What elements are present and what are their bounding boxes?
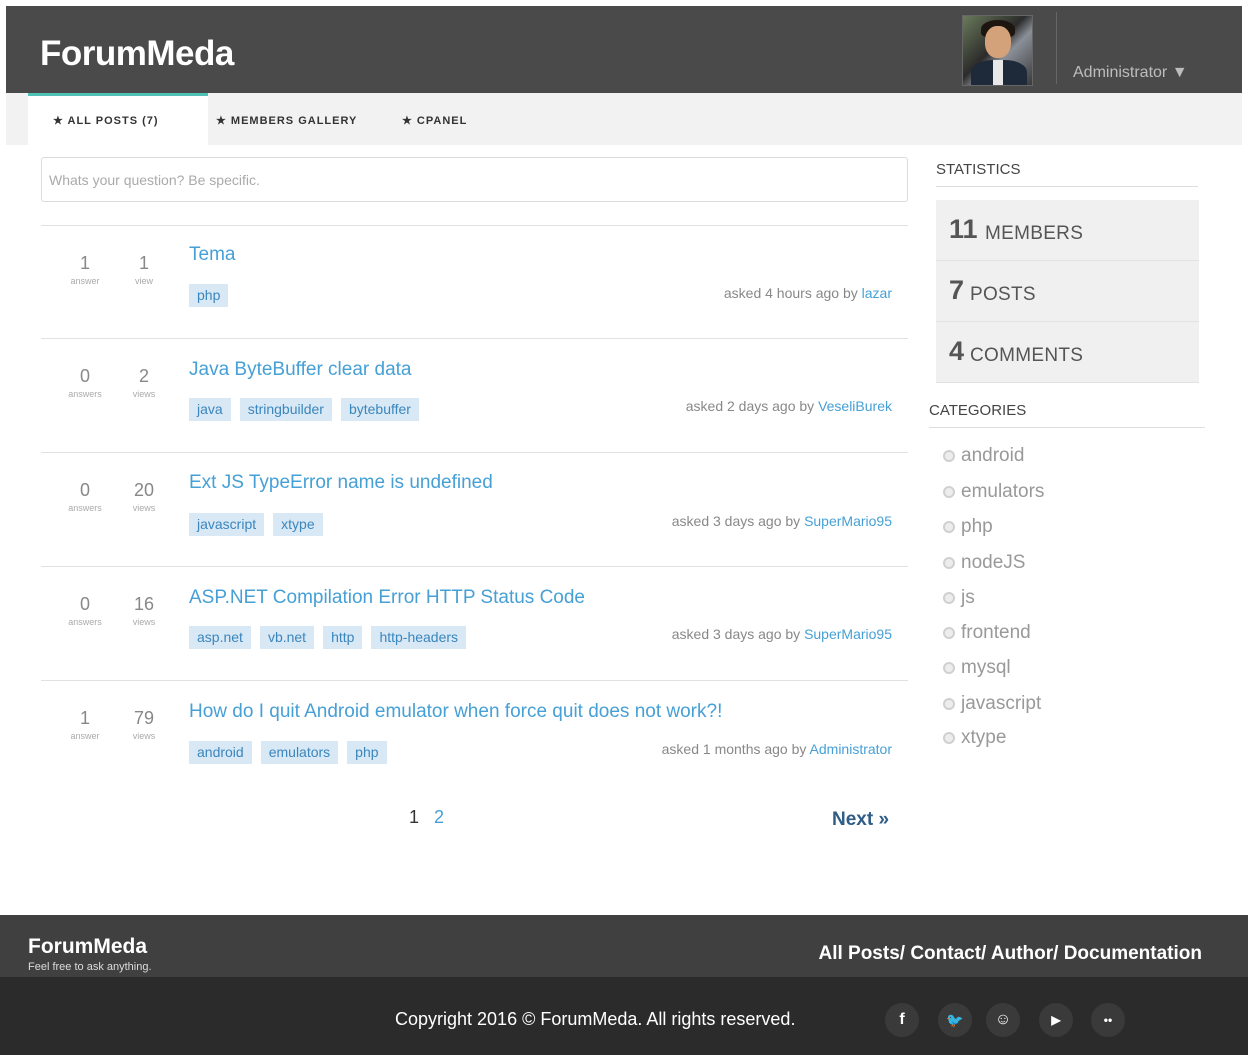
category-link[interactable]: emulators [943,481,1044,503]
post-title-link[interactable]: Java ByteBuffer clear data [189,359,412,381]
view-count: 1 view [134,253,153,286]
site-logo[interactable]: ForumMeda [40,34,234,74]
post-tags: java stringbuilder bytebuffer [189,398,419,421]
stat-comments: 4 Comments [936,322,1199,383]
post-meta: asked 1 months ago by Administrator [661,741,892,757]
post-tags: android emulators php [189,741,387,764]
facebook-icon[interactable]: f [885,1003,919,1037]
author-link[interactable]: SuperMario95 [804,513,892,529]
category-link[interactable]: mysql [943,657,1011,679]
view-count: 2 views [132,366,156,399]
avatar[interactable] [962,15,1033,86]
view-count: 20 views [132,480,156,513]
circle-bullet-icon [943,450,955,462]
tab-all-posts[interactable]: ★ ALL POSTS (7) [28,93,208,145]
post-tags: javascript xtype [189,513,323,536]
post-item: 0 answers 20 views Ext JS TypeError name… [41,452,908,566]
reddit-icon[interactable]: ☺ [986,1003,1020,1037]
circle-bullet-icon [943,521,955,533]
tag[interactable]: javascript [189,513,265,536]
answer-count: 0 answers [68,594,102,627]
footer-links[interactable]: All Posts/ Contact/ Author/ Documentatio… [818,943,1202,965]
footer-tagline: Feel free to ask anything. [28,961,152,973]
tag[interactable]: php [189,284,229,307]
circle-bullet-icon [943,486,955,498]
main-nav: ★ ALL POSTS (7) ★ MEMBERS GALLERY ★ CPAN… [6,93,1242,145]
tab-cpanel[interactable]: ★ CPANEL [402,93,467,145]
post-title-link[interactable]: Ext JS TypeError name is undefined [189,472,493,494]
tag[interactable]: java [189,398,231,421]
circle-bullet-icon [943,732,955,744]
categories-heading: Categories [929,402,1205,428]
answer-count: 0 answers [68,480,102,513]
category-link[interactable]: frontend [943,622,1031,644]
post-meta: asked 4 hours ago by lazar [723,285,892,301]
tag[interactable]: http [323,626,363,649]
youtube-icon[interactable]: ▶ [1039,1003,1073,1037]
post-meta: asked 2 days ago by VeseliBurek [685,398,892,414]
header-divider [1056,12,1057,84]
page-2-link[interactable]: 2 [434,807,444,828]
author-link[interactable]: lazar [862,285,892,301]
category-link[interactable]: nodeJS [943,552,1025,574]
tag[interactable]: android [189,741,252,764]
tag[interactable]: vb.net [259,626,315,649]
post-title-link[interactable]: How do I quit Android emulator when forc… [189,701,722,723]
stat-posts: 7 Posts [936,261,1199,322]
post-tags: php [189,284,229,307]
tag[interactable]: php [347,741,387,764]
category-link[interactable]: xtype [943,727,1006,749]
tag[interactable]: stringbuilder [239,398,332,421]
stat-members: 11 Members [936,200,1199,261]
question-input[interactable] [41,157,908,202]
next-page-button[interactable]: Next » [832,809,889,831]
page-1-link[interactable]: 1 [409,807,419,828]
post-title-link[interactable]: Tema [189,244,235,266]
circle-bullet-icon [943,592,955,604]
post-meta: asked 3 days ago by SuperMario95 [671,513,892,529]
site-header: ForumMeda Administrator ▼ [6,6,1242,93]
circle-bullet-icon [943,557,955,569]
post-item: 0 answers 16 views ASP.NET Compilation E… [41,566,908,680]
post-meta: asked 3 days ago by SuperMario95 [671,626,892,642]
statistics-heading: Statistics [936,161,1198,187]
category-link[interactable]: php [943,516,993,538]
tag[interactable]: http-headers [371,626,467,649]
flickr-icon[interactable]: •• [1091,1003,1125,1037]
author-link[interactable]: Administrator [810,741,892,757]
circle-bullet-icon [943,662,955,674]
answer-count: 1 answer [70,708,100,741]
post-item: 1 answer 1 view Tema php asked 4 hours a… [41,225,908,339]
answer-count: 1 answer [70,253,100,286]
post-item: 0 answers 2 views Java ByteBuffer clear … [41,338,908,452]
category-link[interactable]: android [943,445,1024,467]
circle-bullet-icon [943,698,955,710]
footer-top: ForumMeda Feel free to ask anything. All… [0,915,1248,977]
post-title-link[interactable]: ASP.NET Compilation Error HTTP Status Co… [189,587,585,609]
tab-members-gallery[interactable]: ★ MEMBERS GALLERY [216,93,357,145]
author-link[interactable]: VeseliBurek [818,398,892,414]
tag[interactable]: asp.net [189,626,251,649]
footer-bottom: Copyright 2016 © ForumMeda. All rights r… [0,977,1248,1055]
category-link[interactable]: js [943,587,975,609]
footer-logo[interactable]: ForumMeda [28,935,147,959]
view-count: 16 views [132,594,156,627]
tag[interactable]: xtype [273,513,323,536]
post-tags: asp.net vb.net http http-headers [189,626,467,649]
view-count: 79 views [132,708,156,741]
user-menu-dropdown[interactable]: Administrator ▼ [1073,64,1188,82]
tag[interactable]: bytebuffer [340,398,419,421]
circle-bullet-icon [943,627,955,639]
tag[interactable]: emulators [260,741,339,764]
author-link[interactable]: SuperMario95 [804,626,892,642]
post-item: 1 answer 79 views How do I quit Android … [41,680,908,794]
answer-count: 0 answers [68,366,102,399]
category-link[interactable]: javascript [943,693,1041,715]
copyright-text: Copyright 2016 © ForumMeda. All rights r… [395,1009,796,1029]
twitter-icon[interactable]: 🐦 [938,1003,972,1037]
